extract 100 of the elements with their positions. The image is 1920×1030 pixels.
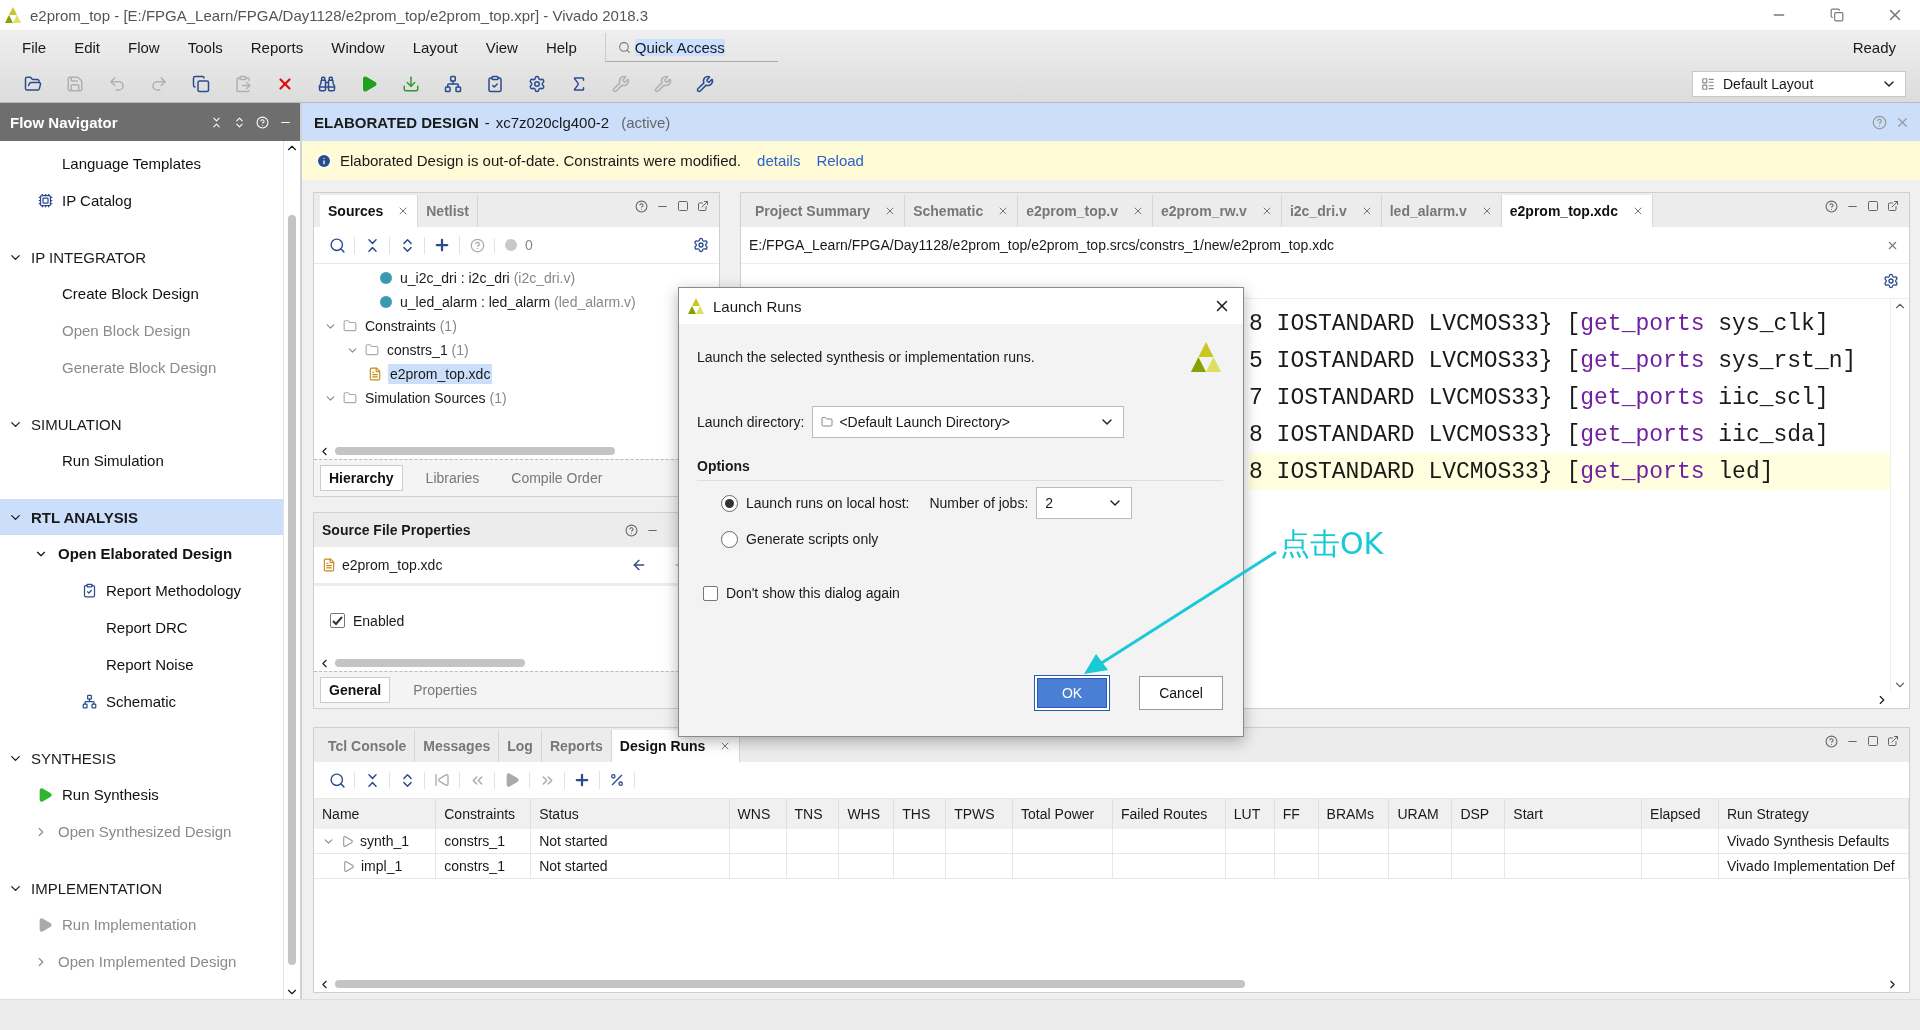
checkbox[interactable] [703, 585, 718, 601]
help-icon[interactable] [1825, 734, 1838, 748]
panel-tab[interactable]: Reports [541, 730, 612, 762]
help-icon[interactable] [635, 199, 648, 213]
column-header[interactable]: LUT [1225, 799, 1275, 829]
tree-item[interactable]: e2prom_top.xdc [388, 364, 493, 384]
directory-select[interactable]: <Default Launch Directory> [812, 406, 1125, 438]
editor-tab[interactable]: Project Summary [747, 195, 906, 227]
maximize-icon[interactable] [1867, 200, 1879, 212]
column-header[interactable]: FF [1274, 799, 1319, 829]
restore-icon[interactable] [1830, 8, 1844, 22]
panel-tab[interactable]: Netlist [418, 195, 479, 227]
tree-item[interactable]: Simulation Sources (1) [363, 388, 509, 408]
float-icon[interactable] [697, 200, 709, 212]
column-header[interactable]: Constraints [435, 799, 531, 829]
copy-icon[interactable] [192, 74, 210, 93]
add-icon[interactable] [573, 771, 591, 789]
radio-button[interactable] [721, 494, 738, 512]
folder-icon[interactable] [24, 74, 42, 93]
column-header[interactable]: Total Power [1012, 799, 1113, 829]
panel-tab[interactable]: Sources [320, 195, 419, 227]
nav-item[interactable]: Report DRC [0, 609, 283, 646]
view-tab[interactable]: Compile Order [502, 465, 612, 491]
tree-item[interactable]: Constraints (1) [363, 316, 459, 336]
nav-item[interactable]: Create Block Design [0, 275, 283, 312]
play-icon[interactable] [360, 74, 378, 93]
help-icon[interactable] [625, 523, 638, 537]
menu-item[interactable]: Edit [60, 39, 115, 56]
nav-item[interactable]: Report Methodology [0, 572, 283, 609]
expand-icon[interactable] [233, 115, 246, 129]
column-header[interactable]: Run Strategy [1718, 799, 1909, 829]
maximize-icon[interactable] [1867, 735, 1879, 747]
column-header[interactable]: TNS [786, 799, 839, 829]
column-header[interactable]: Name [314, 799, 436, 829]
help-icon[interactable] [1825, 199, 1838, 213]
tree-item[interactable]: constrs_1 (1) [385, 340, 471, 360]
binoculars-icon[interactable] [318, 74, 336, 93]
scrollbar[interactable] [335, 447, 615, 455]
menu-item[interactable]: Layout [398, 39, 472, 56]
ok-button[interactable]: OK [1037, 678, 1107, 708]
column-header[interactable]: TPWS [945, 799, 1013, 829]
float-icon[interactable] [1887, 735, 1899, 747]
run-name[interactable]: impl_1 [361, 858, 403, 874]
maximize-icon[interactable] [677, 200, 689, 212]
nav-section[interactable]: IP INTEGRATOR [0, 239, 283, 275]
column-header[interactable]: WHS [838, 799, 894, 829]
menu-item[interactable]: Help [531, 39, 591, 56]
checkbox[interactable] [330, 613, 345, 628]
settings-icon[interactable] [1883, 273, 1899, 289]
search-icon[interactable] [328, 236, 346, 254]
column-header[interactable]: DSP [1451, 799, 1505, 829]
menu-item[interactable]: View [471, 39, 532, 56]
nav-section[interactable]: IMPLEMENTATION [0, 870, 283, 906]
radio-button[interactable] [721, 530, 738, 548]
column-header[interactable]: Failed Routes [1112, 799, 1226, 829]
add-icon[interactable] [433, 236, 451, 254]
column-header[interactable]: THS [893, 799, 946, 829]
column-header[interactable]: WNS [729, 799, 786, 829]
nav-item[interactable]: Schematic [0, 683, 283, 720]
quick-access-field[interactable]: Quick Access [604, 33, 778, 62]
editor-tab[interactable]: e2prom_top.xdc [1501, 195, 1653, 227]
nav-section[interactable]: SIMULATION [0, 406, 283, 442]
nav-item[interactable]: Run Synthesis [0, 776, 283, 813]
nav-item[interactable]: IP Catalog [0, 182, 283, 219]
nav-item[interactable]: Open Elaborated Design [0, 535, 283, 572]
schematic-icon[interactable] [444, 74, 462, 93]
float-icon[interactable] [1887, 200, 1899, 212]
nav-section[interactable]: SYNTHESIS [0, 740, 283, 776]
nav-item[interactable]: Run Simulation [0, 442, 283, 479]
search-icon[interactable] [328, 771, 346, 789]
nav-section[interactable]: RTL ANALYSIS [0, 499, 283, 535]
nav-item[interactable]: Language Templates [0, 145, 283, 182]
menu-item[interactable]: File [8, 39, 61, 56]
menu-item[interactable]: Window [317, 39, 399, 56]
notice-link[interactable]: details [757, 152, 801, 169]
scrollbar[interactable] [288, 215, 296, 965]
wrench-icon[interactable] [696, 74, 714, 93]
editor-tab[interactable]: i2c_dri.v [1281, 195, 1382, 227]
run-name[interactable]: synth_1 [360, 833, 410, 849]
percent-icon[interactable] [609, 772, 625, 788]
column-header[interactable]: URAM [1389, 799, 1452, 829]
cancel-button[interactable]: Cancel [1139, 676, 1223, 710]
settings-icon[interactable] [693, 237, 709, 253]
tree-item[interactable]: u_led_alarm : led_alarm (led_alarm.v) [398, 292, 638, 312]
settings-icon[interactable] [528, 74, 546, 93]
collapse-icon[interactable] [210, 115, 223, 129]
notice-link[interactable]: Reload [816, 152, 864, 169]
panel-tab[interactable]: Log [499, 730, 542, 762]
panel-tab[interactable]: Tcl Console [320, 730, 416, 762]
column-header[interactable]: BRAMs [1318, 799, 1389, 829]
layout-select[interactable]: Default Layout [1692, 70, 1906, 97]
panel-tab[interactable]: Messages [415, 730, 500, 762]
nav-item[interactable]: Report Noise [0, 646, 283, 683]
scrollbar[interactable] [335, 659, 525, 667]
editor-tab[interactable]: e2prom_top.v [1018, 195, 1154, 227]
back-icon[interactable] [631, 557, 647, 573]
editor-tab[interactable]: e2prom_rw.v [1153, 195, 1282, 227]
view-tab[interactable]: Hierarchy [320, 465, 403, 491]
view-tab[interactable]: General [320, 677, 391, 703]
download-icon[interactable] [402, 74, 420, 93]
